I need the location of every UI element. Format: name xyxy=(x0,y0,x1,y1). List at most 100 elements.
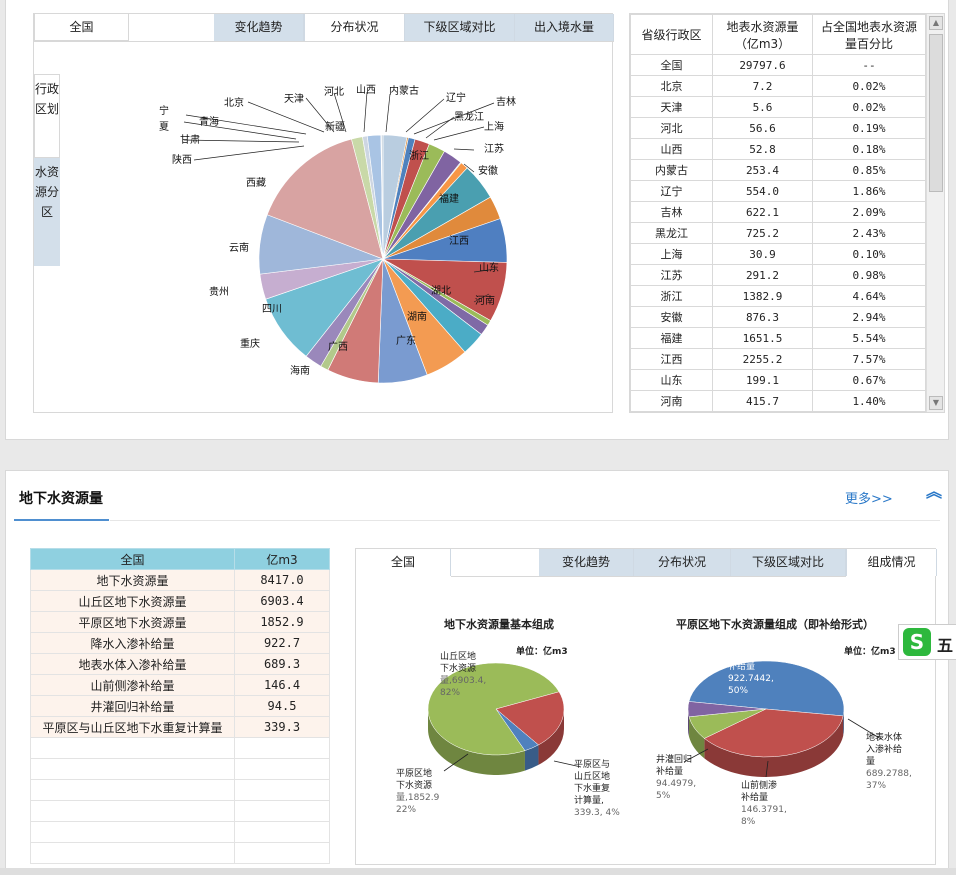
pie-label: 新疆 xyxy=(325,120,345,133)
pie-label: 福建 xyxy=(439,192,459,205)
cell-volume: 725.2 xyxy=(712,222,813,244)
cell-percent: 2.09% xyxy=(812,201,926,223)
pie-label: 云南 xyxy=(229,241,249,254)
collapse-chevron-icon[interactable]: ︽ xyxy=(926,484,942,500)
cell-value xyxy=(234,800,330,822)
surface-table-panel: 省级行政区 地表水资源量（亿m3） 占全国地表水资源量百分比 全国 29797.6… xyxy=(629,13,945,413)
pie-label: 吉林 xyxy=(496,95,516,108)
cell-percent: 2.94% xyxy=(812,306,926,328)
chart1-label-overlap: 平原区与 山丘区地 下水重复 计算量, 339.3, 4% xyxy=(574,760,620,818)
pie-label: 北京 xyxy=(224,96,244,109)
chart1-label-hill: 山丘区地 下水资源 量,6903.4, 82% xyxy=(440,652,487,698)
table-row: 安徽 876.3 2.94% xyxy=(630,306,926,328)
cell-volume: 30.9 xyxy=(712,243,813,265)
table-row: 山丘区地下水资源量 6903.4 xyxy=(30,590,330,612)
pie-label: 内蒙古 xyxy=(389,84,419,97)
pie-label: 山东 xyxy=(479,261,499,274)
pie-label: 甘肃 xyxy=(180,133,200,146)
pie-label: 陕西 xyxy=(172,153,192,166)
gw-table-header: 全国 亿m3 xyxy=(30,548,330,570)
s-logo-icon: S xyxy=(903,628,931,656)
table-row: 地下水资源量 8417.0 xyxy=(30,569,330,591)
pie-label: 辽宁 xyxy=(446,91,466,104)
surface-pie-chart: 宁夏北京 天津河北 山西 内蒙古辽宁 吉林黑龙江上海江苏浙江安徽福建江西山东河南湖北湖南… xyxy=(159,84,516,384)
cell-province: 天津 xyxy=(630,96,713,118)
cell-percent: 0.18% xyxy=(812,138,926,160)
chart2-label-surface: 地表水体 入渗补给量 689.2788, 37% xyxy=(866,733,912,791)
pie-label: 天津 xyxy=(284,93,304,105)
table-scrollbar[interactable]: ▲ ▼ xyxy=(926,14,944,412)
pie-label: 夏 xyxy=(159,121,169,133)
cell-value: 8417.0 xyxy=(234,569,330,591)
pie-label: 江苏 xyxy=(484,142,504,155)
table-row: 河北 56.6 0.19% xyxy=(630,117,926,139)
cell-province: 北京 xyxy=(630,75,713,97)
cell-province: 山西 xyxy=(630,138,713,160)
table-row: 河南 415.7 1.40% xyxy=(630,390,926,412)
leader-line xyxy=(405,98,445,133)
cell-item: 地表水体入渗补给量 xyxy=(30,653,235,675)
cell-volume: 29797.6 xyxy=(712,54,813,76)
header-province: 省级行政区 xyxy=(630,14,713,55)
cell-province: 福建 xyxy=(630,327,713,349)
pie-label: 贵州 xyxy=(209,285,229,298)
table-row: 江苏 291.2 0.98% xyxy=(630,264,926,286)
chart2-label-well: 井灌回归 补给量 94.4979, 5% xyxy=(656,755,697,801)
cell-province: 辽宁 xyxy=(630,180,713,202)
cell-item xyxy=(30,737,235,759)
pie-label: 重庆 xyxy=(240,337,260,350)
cell-percent: 0.67% xyxy=(812,369,926,391)
cell-percent: 0.10% xyxy=(812,243,926,265)
cell-volume: 622.1 xyxy=(712,201,813,223)
cell-volume: 876.3 xyxy=(712,306,813,328)
cell-item: 井灌回归补给量 xyxy=(30,695,235,717)
pie-label: 山西 xyxy=(356,84,376,96)
cell-percent: 2.43% xyxy=(812,222,926,244)
table-row: 全国 29797.6 -- xyxy=(630,54,926,76)
table-row xyxy=(30,758,330,780)
cell-percent: 0.85% xyxy=(812,159,926,181)
cell-item: 平原区与山丘区地下水重复计算量 xyxy=(30,716,235,738)
pie-label: 河北 xyxy=(324,86,344,98)
cell-item xyxy=(30,800,235,822)
table-row: 浙江 1382.9 4.64% xyxy=(630,285,926,307)
leader-line xyxy=(183,139,300,143)
scroll-up-arrow-icon[interactable]: ▲ xyxy=(929,16,943,30)
cell-item: 山丘区地下水资源量 xyxy=(30,590,235,612)
leader-line xyxy=(193,145,305,161)
cell-province: 吉林 xyxy=(630,201,713,223)
table-row xyxy=(30,737,330,759)
table-row: 吉林 622.1 2.09% xyxy=(630,201,926,223)
pie-label: 广西 xyxy=(328,341,348,353)
table-row: 天津 5.6 0.02% xyxy=(630,96,926,118)
table-row: 降水入渗补给量 922.7 xyxy=(30,632,330,654)
cell-value xyxy=(234,758,330,780)
floating-widget[interactable]: S 五 xyxy=(898,624,956,660)
table-row: 山西 52.8 0.18% xyxy=(630,138,926,160)
pie-label: 江西 xyxy=(449,235,469,247)
more-link[interactable]: 更多>> xyxy=(845,488,893,507)
cell-province: 内蒙古 xyxy=(630,159,713,181)
cell-province: 全国 xyxy=(630,54,713,76)
header-percent: 占全国地表水资源量百分比 xyxy=(812,14,926,55)
cell-volume: 56.6 xyxy=(712,117,813,139)
table-row: 平原区与山丘区地下水重复计算量 339.3 xyxy=(30,716,330,738)
surface-table: 省级行政区 地表水资源量（亿m3） 占全国地表水资源量百分比 全国 29797.6… xyxy=(630,14,926,412)
scroll-down-arrow-icon[interactable]: ▼ xyxy=(929,396,943,410)
table-row: 地表水体入渗补给量 689.3 xyxy=(30,653,330,675)
pie-label: 西藏 xyxy=(246,177,266,189)
section-header-divider xyxy=(110,520,940,521)
cell-volume: 415.7 xyxy=(712,390,813,412)
leader-line xyxy=(363,91,368,133)
scroll-thumb[interactable] xyxy=(929,34,943,192)
table-row xyxy=(30,779,330,801)
section-title: 地下水资源量 xyxy=(19,491,103,507)
cell-percent: 0.02% xyxy=(812,75,926,97)
table-row xyxy=(30,842,330,864)
cell-value xyxy=(234,737,330,759)
cell-value: 94.5 xyxy=(234,695,330,717)
pie-label: 海南 xyxy=(290,364,310,377)
pie-label: 安徽 xyxy=(478,164,498,177)
leader-line xyxy=(385,93,391,133)
cell-percent: 0.98% xyxy=(812,264,926,286)
